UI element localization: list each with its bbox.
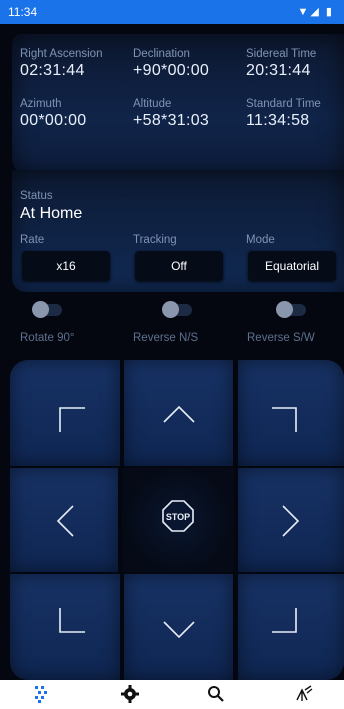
standard-time-label: Standard Time xyxy=(246,98,321,110)
right-ascension-value: 02:31:44 xyxy=(20,62,85,79)
rate-select[interactable]: x16 xyxy=(22,251,110,281)
chevron-right-icon xyxy=(282,505,300,537)
move-southwest-button[interactable] xyxy=(10,574,120,680)
telescope-icon[interactable] xyxy=(294,684,314,704)
gear-icon[interactable] xyxy=(120,684,140,704)
status-icons: ▼◢ ▮ xyxy=(297,6,334,18)
move-southeast-button[interactable] xyxy=(238,574,344,680)
toggle-knob xyxy=(32,301,49,318)
declination-label: Declination xyxy=(133,48,190,60)
reverse-ns-toggle[interactable] xyxy=(162,301,192,318)
status-label: Status xyxy=(20,190,53,202)
sidereal-time-label: Sidereal Time xyxy=(246,48,317,60)
reverse-sw-label: Reverse S/W xyxy=(247,332,315,344)
chevron-left-icon xyxy=(56,505,74,537)
move-east-button[interactable] xyxy=(238,468,344,572)
declination-value: +90*00:00 xyxy=(133,62,210,79)
corner-top-left-icon xyxy=(59,407,85,432)
azimuth-value: 00*00:00 xyxy=(20,112,87,129)
toggle-knob xyxy=(162,301,179,318)
corner-bottom-left-icon xyxy=(59,608,85,633)
chevron-down-icon xyxy=(163,621,195,639)
altitude-value: +58*31:03 xyxy=(133,112,210,129)
move-northwest-button[interactable] xyxy=(10,360,120,466)
move-south-button[interactable] xyxy=(124,574,233,680)
status-bar: 11:34 ▼◢ ▮ xyxy=(0,0,344,24)
tracking-select[interactable]: Off xyxy=(135,251,223,281)
tracking-label: Tracking xyxy=(133,234,177,246)
bottom-navigation xyxy=(0,680,344,709)
right-ascension: Right Ascension 02:31:44 xyxy=(20,48,126,80)
toggle-row: Rotate 90° Reverse N/S Reverse S/W xyxy=(0,292,344,362)
rate-label: Rate xyxy=(20,234,45,246)
stop-label: STOP xyxy=(166,512,190,522)
sidereal-time-value: 20:31:44 xyxy=(246,62,311,79)
altitude: Altitude +58*31:03 xyxy=(133,98,239,130)
app-screen: Right Ascension 02:31:44 Declination +90… xyxy=(0,24,344,709)
move-northeast-button[interactable] xyxy=(238,360,344,466)
mode-select[interactable]: Equatorial xyxy=(248,251,336,281)
coordinates-panel: Right Ascension 02:31:44 Declination +90… xyxy=(12,34,344,176)
standard-time-value: 11:34:58 xyxy=(246,112,310,129)
rotate-90-label: Rotate 90° xyxy=(20,332,75,344)
move-north-button[interactable] xyxy=(124,360,233,466)
rotate-90-toggle[interactable] xyxy=(32,301,62,318)
search-icon[interactable] xyxy=(206,684,226,704)
toggle-knob xyxy=(276,301,293,318)
chevron-up-icon xyxy=(163,405,195,423)
status-value: At Home xyxy=(20,205,83,222)
stop-button[interactable]: STOP xyxy=(162,500,194,532)
direction-pad: STOP xyxy=(10,360,344,680)
azimuth: Azimuth 00*00:00 xyxy=(20,98,126,130)
corner-top-right-icon xyxy=(272,407,297,432)
declination: Declination +90*00:00 xyxy=(133,48,239,80)
corner-bottom-right-icon xyxy=(272,608,297,633)
standard-time: Standard Time 11:34:58 xyxy=(246,98,344,130)
altitude-label: Altitude xyxy=(133,98,172,110)
reverse-sw-toggle[interactable] xyxy=(276,301,306,318)
sidereal-time: Sidereal Time 20:31:44 xyxy=(246,48,344,80)
azimuth-label: Azimuth xyxy=(20,98,62,110)
status-time: 11:34 xyxy=(8,5,38,19)
move-west-button[interactable] xyxy=(10,468,118,572)
mode-label: Mode xyxy=(246,234,275,246)
status-panel: Status At Home Rate Tracking Mode x16 Of… xyxy=(12,170,344,292)
right-ascension-label: Right Ascension xyxy=(20,48,103,60)
reverse-ns-label: Reverse N/S xyxy=(133,332,199,344)
dots-grid-icon[interactable] xyxy=(32,684,52,704)
